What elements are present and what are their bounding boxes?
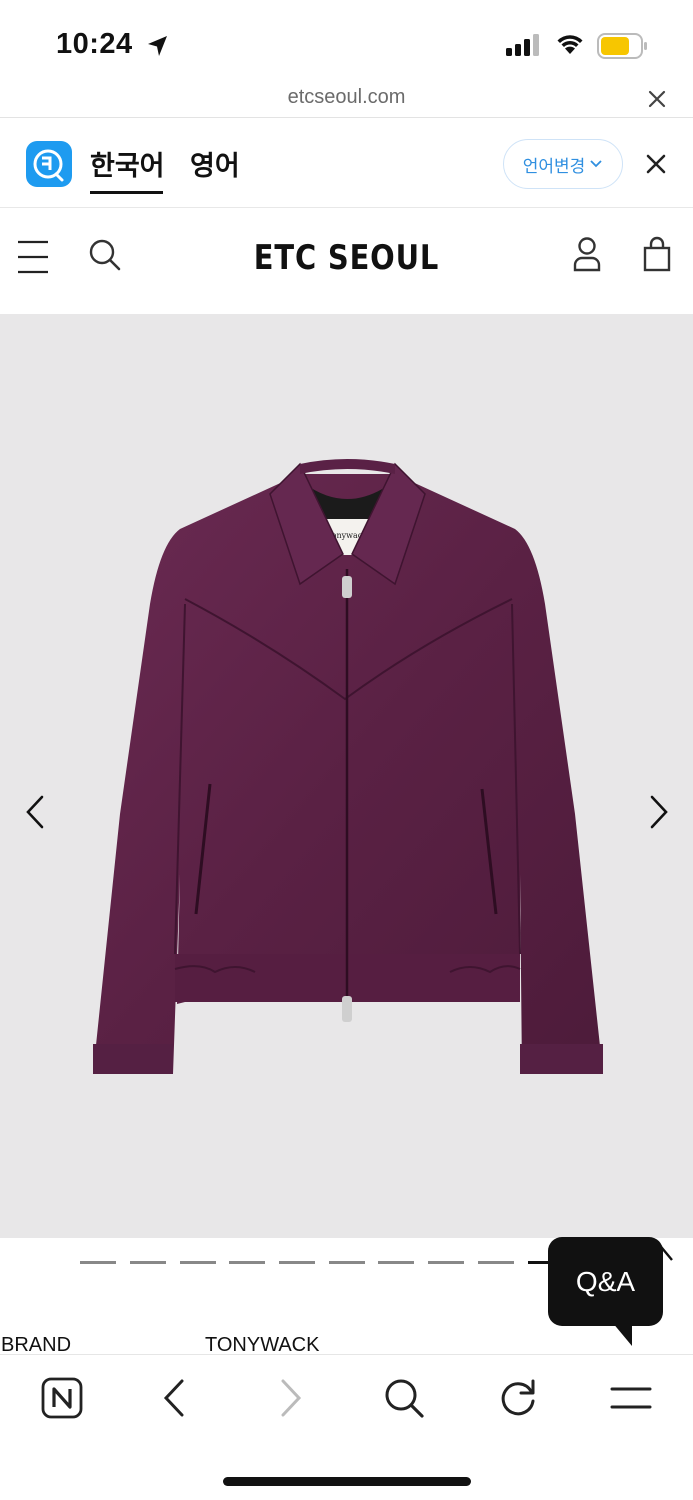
menu-icon[interactable] xyxy=(17,240,49,274)
jacket-image: Tonywack xyxy=(93,459,603,1074)
menu-icon[interactable] xyxy=(610,1377,652,1419)
pager-dash[interactable] xyxy=(130,1261,166,1264)
language-change-button[interactable]: 언어변경 xyxy=(503,139,623,189)
status-bar: 10:24 xyxy=(0,0,693,80)
pager-dash[interactable] xyxy=(329,1261,365,1264)
next-arrow-icon[interactable] xyxy=(644,794,672,830)
forward-icon[interactable] xyxy=(275,1377,305,1419)
shopping-bag-icon[interactable] xyxy=(642,236,672,272)
tab-english[interactable]: 영어 xyxy=(190,144,240,183)
search-icon[interactable] xyxy=(383,1377,425,1419)
pager-dash[interactable] xyxy=(428,1261,464,1264)
pager-dash[interactable] xyxy=(180,1261,216,1264)
user-icon[interactable] xyxy=(572,236,602,272)
close-icon[interactable] xyxy=(646,88,668,110)
url-text[interactable]: etcseoul.com xyxy=(0,86,693,109)
site-header: ETC SEOUL xyxy=(0,208,693,314)
wifi-icon xyxy=(557,35,583,54)
pager-dash[interactable] xyxy=(378,1261,414,1264)
brand-logo[interactable]: ETC SEOUL xyxy=(52,238,641,278)
status-time: 10:24 xyxy=(56,28,133,60)
prev-arrow-icon[interactable] xyxy=(22,794,50,830)
close-icon[interactable] xyxy=(645,153,667,175)
papago-logo-icon xyxy=(26,141,72,187)
active-tab-underline xyxy=(90,191,163,194)
language-change-label: 언어변경 xyxy=(522,156,586,176)
product-image[interactable]: Tonywack xyxy=(0,314,693,1238)
browser-toolbar xyxy=(0,1354,693,1500)
url-bar[interactable]: etcseoul.com xyxy=(0,80,693,118)
chevron-down-icon xyxy=(590,160,602,168)
qa-label: Q&A xyxy=(575,1265,636,1297)
tab-korean[interactable]: 한국어 xyxy=(90,144,165,183)
translate-bar: 한국어 영어 언어변경 xyxy=(0,118,693,208)
pager-dash[interactable] xyxy=(80,1261,116,1264)
naver-home-icon[interactable] xyxy=(41,1377,83,1419)
location-arrow-icon xyxy=(148,36,167,56)
battery-icon xyxy=(597,33,647,59)
reload-icon[interactable] xyxy=(497,1377,539,1419)
pager-dash[interactable] xyxy=(229,1261,265,1264)
qa-button[interactable]: Q&A xyxy=(548,1237,663,1326)
pager-dash[interactable] xyxy=(478,1261,514,1264)
back-icon[interactable] xyxy=(160,1377,190,1419)
home-indicator xyxy=(223,1477,471,1486)
brand-info-row: BRAND TONYWACK xyxy=(0,1332,693,1356)
cellular-signal-icon xyxy=(506,34,539,56)
pager-dash[interactable] xyxy=(279,1261,315,1264)
